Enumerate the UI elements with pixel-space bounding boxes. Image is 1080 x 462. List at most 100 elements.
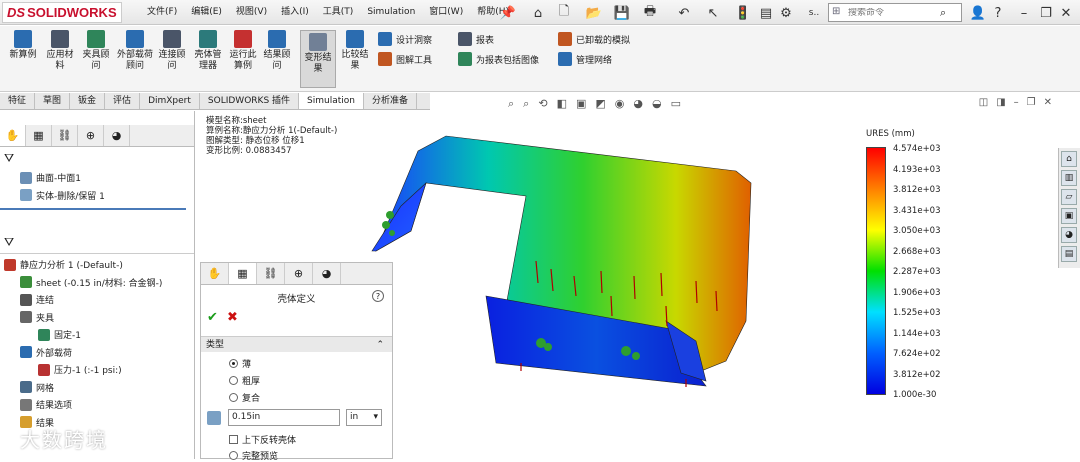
custom-properties-icon[interactable]: ▤: [1061, 246, 1077, 262]
menu-simulation[interactable]: Simulation: [360, 0, 422, 25]
zoom-area-icon[interactable]: ⌕: [523, 97, 529, 111]
section-view-icon[interactable]: ◧: [557, 97, 567, 111]
result-legend[interactable]: URES (mm) 4.574e+03 4.193e+03 3.812e+03 …: [866, 129, 966, 409]
tab-dimxpert[interactable]: DimXpert: [140, 93, 200, 109]
plot-tools-button[interactable]: 图解工具: [378, 52, 432, 66]
menu-edit[interactable]: 编辑(E): [184, 0, 229, 25]
include-image-button[interactable]: 为报表包括图像: [458, 52, 539, 66]
tree-item-external-loads[interactable]: 外部载荷: [4, 344, 194, 362]
shell-manager-button[interactable]: 壳体管理器: [191, 30, 225, 72]
manage-network-button[interactable]: 管理网络: [558, 52, 612, 66]
display-style-icon[interactable]: ◩: [595, 97, 605, 111]
full-preview-option[interactable]: 完整预览: [229, 449, 278, 462]
filter-icon[interactable]: ⛛: [0, 147, 194, 169]
compare-results-button[interactable]: 比较结果: [340, 30, 370, 72]
split-view-icon[interactable]: ◫: [979, 97, 988, 108]
unloaded-simulation-button[interactable]: 已卸载的模拟: [558, 32, 630, 46]
search-box[interactable]: ⊞ ⌕: [828, 3, 962, 22]
cancel-button[interactable]: ✖: [227, 310, 238, 325]
open-icon[interactable]: 📂: [586, 5, 602, 21]
external-loads-button[interactable]: 外部载荷顾问: [117, 30, 153, 72]
results-advisor-button[interactable]: 结果顾问: [262, 30, 292, 72]
dimxpert-icon[interactable]: ⊕: [285, 263, 313, 284]
pin-icon[interactable]: 📌: [500, 5, 516, 21]
filter-icon[interactable]: ⛛: [0, 232, 194, 254]
scene-icon[interactable]: ◒: [652, 97, 662, 111]
ok-button[interactable]: ✔: [207, 310, 218, 325]
tab-addins[interactable]: SOLIDWORKS 插件: [200, 93, 300, 109]
tab-analysis-prep[interactable]: 分析准备: [364, 93, 417, 109]
tab-sketch[interactable]: 草图: [35, 93, 71, 109]
minimize-icon[interactable]: –: [1016, 5, 1032, 21]
print-icon[interactable]: 🖶: [642, 4, 658, 21]
dimxpert-icon[interactable]: ⊕: [78, 125, 104, 146]
restore-icon[interactable]: ❐: [1027, 97, 1036, 108]
help-icon[interactable]: ?: [372, 290, 384, 302]
traffic-light-icon[interactable]: 🚦: [735, 5, 751, 21]
file-explorer-icon[interactable]: ▱: [1061, 189, 1077, 205]
save-icon[interactable]: 💾: [614, 5, 630, 21]
user-icon[interactable]: 👤: [970, 5, 986, 21]
help-icon[interactable]: ?: [990, 5, 1006, 21]
menu-view[interactable]: 视图(V): [229, 0, 274, 25]
appearance-icon[interactable]: ◕: [313, 263, 341, 284]
close-icon[interactable]: ✕: [1058, 5, 1074, 21]
configuration-icon[interactable]: ⛓: [52, 125, 78, 146]
tree-item-midsurface[interactable]: 曲面-中面1: [20, 169, 194, 187]
search-input[interactable]: [848, 7, 940, 18]
resources-icon[interactable]: ⌂: [1061, 151, 1077, 167]
menu-tools[interactable]: 工具(T): [316, 0, 361, 25]
tree-item-result-options[interactable]: 结果选项: [4, 396, 194, 414]
radio-thick[interactable]: 粗厚: [229, 374, 260, 387]
previous-view-icon[interactable]: ⟲: [538, 97, 547, 111]
property-manager-icon[interactable]: ▦: [229, 263, 257, 284]
tree-item-fixed-1[interactable]: 固定-1: [4, 326, 194, 344]
edit-appearance-icon[interactable]: ◕: [633, 97, 643, 111]
feature-manager-icon[interactable]: ✋: [201, 263, 229, 284]
tab-evaluate[interactable]: 评估: [105, 93, 141, 109]
tree-item-connections[interactable]: 连结: [4, 291, 194, 309]
flip-shell-checkbox[interactable]: 上下反转壳体: [229, 433, 296, 446]
splitter[interactable]: [0, 208, 186, 210]
tree-item-pressure-1[interactable]: 压力-1 (:-1 psi:): [4, 361, 194, 379]
undo-icon[interactable]: ↶: [676, 5, 692, 21]
menu-window[interactable]: 窗口(W): [422, 0, 470, 25]
apply-material-button[interactable]: 应用材料: [46, 30, 74, 72]
run-study-button[interactable]: 运行此算例: [229, 30, 257, 72]
unit-select[interactable]: in ▾: [346, 409, 382, 426]
restore-icon[interactable]: ❐: [1038, 5, 1054, 21]
tree-item-sheet[interactable]: sheet (-0.15 in/材料: 合金钢-): [4, 274, 194, 292]
home-icon[interactable]: ⌂: [530, 5, 546, 21]
tree-item-delete-body[interactable]: 实体-删除/保留 1: [20, 187, 194, 205]
appearance-icon[interactable]: ◕: [104, 125, 130, 146]
connections-advisor-button[interactable]: 连接顾问: [157, 30, 187, 72]
menu-insert[interactable]: 插入(I): [274, 0, 316, 25]
property-manager-icon[interactable]: ▦: [26, 125, 52, 146]
view-settings-icon[interactable]: ▭: [671, 97, 681, 111]
deformed-result-button[interactable]: 变形结果: [300, 30, 336, 88]
design-insight-button[interactable]: 设计洞察: [378, 32, 432, 46]
thickness-field[interactable]: 0.15in: [228, 409, 340, 426]
view-orientation-icon[interactable]: ▣: [576, 97, 586, 111]
solidworks-logo[interactable]: DS SOLIDWORKS: [2, 2, 122, 23]
tree-item-fixtures[interactable]: 夹具: [4, 309, 194, 327]
new-study-button[interactable]: 新算例: [6, 30, 40, 61]
search-icon[interactable]: ⌕: [940, 6, 946, 20]
menu-file[interactable]: 文件(F): [140, 0, 184, 25]
zoom-fit-icon[interactable]: ⌕: [508, 97, 514, 111]
tab-simulation[interactable]: Simulation: [299, 93, 364, 109]
design-library-icon[interactable]: ▥: [1061, 170, 1077, 186]
type-section[interactable]: 类型 ⌃: [201, 336, 392, 352]
radio-thin[interactable]: 薄: [229, 357, 251, 370]
tree-item-study[interactable]: 静应力分析 1 (-Default-): [4, 256, 194, 274]
tab-features[interactable]: 特征: [0, 93, 36, 109]
radio-composite[interactable]: 复合: [229, 391, 260, 404]
chevron-up-icon[interactable]: ⌃: [376, 337, 384, 353]
tree-item-mesh[interactable]: 网格: [4, 379, 194, 397]
appearances-icon[interactable]: ◕: [1061, 227, 1077, 243]
configuration-icon[interactable]: ⛓: [257, 263, 285, 284]
fixtures-advisor-button[interactable]: 夹具顾问: [80, 30, 112, 72]
minimize-icon[interactable]: –: [1014, 97, 1019, 108]
select-icon[interactable]: ↖: [705, 5, 721, 21]
more-icon[interactable]: s..: [806, 5, 822, 21]
